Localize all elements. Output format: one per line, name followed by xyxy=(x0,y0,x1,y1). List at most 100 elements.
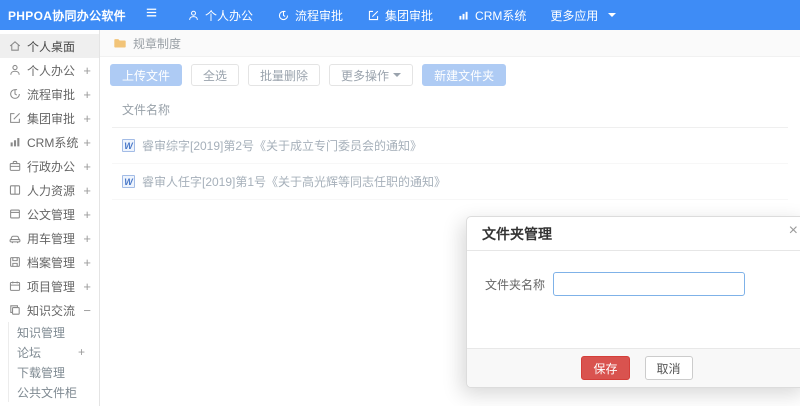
sidebar-item-label: 人力资源 xyxy=(27,183,76,198)
sidebar-item-label: 个人办公 xyxy=(27,63,76,78)
sidebar-item-personal-office[interactable]: 个人办公 + xyxy=(0,58,99,82)
nav-crm-system[interactable]: CRM系统 xyxy=(457,7,526,24)
hamburger-icon xyxy=(144,5,159,25)
more-actions-dropdown[interactable]: 更多操作 xyxy=(329,64,414,86)
nav-personal-office[interactable]: 个人办公 xyxy=(187,7,253,24)
sidebar-item-knowledge-exchange[interactable]: 知识交流 − xyxy=(0,298,99,322)
word-file-icon: W xyxy=(122,175,135,188)
toolbar: 上传文件 全选 批量删除 更多操作 新建文件夹 xyxy=(100,57,800,93)
caret-down-icon xyxy=(393,73,402,77)
file-row[interactable]: W 睿审人任字[2019]第1号《关于高光辉等同志任职的通知》 xyxy=(112,164,788,200)
car-icon xyxy=(8,231,22,245)
breadcrumb: 规章制度 xyxy=(100,30,800,57)
home-icon xyxy=(8,39,22,53)
file-row[interactable]: W 睿审综字[2019]第2号《关于成立专门委员会的通知》 xyxy=(112,128,788,164)
bar-chart-icon xyxy=(8,135,22,149)
expand-sign: + xyxy=(83,278,91,294)
sidebar-item-label: 行政办公 xyxy=(27,159,76,174)
expand-sign: + xyxy=(83,110,91,126)
sidebar-item-vehicle-mgmt[interactable]: 用车管理 + xyxy=(0,226,99,250)
sidebar-item-crm[interactable]: CRM系统 + xyxy=(0,130,99,154)
sidebar-item-label: 档案管理 xyxy=(27,255,76,270)
nav-item-label: 集团审批 xyxy=(385,8,434,23)
dialog-title: 文件夹管理 xyxy=(482,225,552,242)
sidebar: 个人桌面 个人办公 + 流程审批 + 集团审批 + CRM系统 + 行政办公 +… xyxy=(0,30,100,406)
nav-item-label: CRM系统 xyxy=(475,8,527,23)
user-icon xyxy=(187,9,200,22)
sidebar-item-label: 知识交流 xyxy=(27,303,76,318)
history-icon xyxy=(8,87,22,101)
nav-more-apps[interactable]: 更多应用 xyxy=(550,7,617,24)
file-list: 文件名称 W 睿审综字[2019]第2号《关于成立专门委员会的通知》 W 睿审人… xyxy=(112,93,788,200)
file-name: 睿审综字[2019]第2号《关于成立专门委员会的通知》 xyxy=(142,139,423,153)
expand-sign: + xyxy=(83,254,91,270)
submenu-item-label: 论坛 xyxy=(17,345,42,360)
expand-sign: + xyxy=(83,134,91,150)
sidebar-item-personal-desktop[interactable]: 个人桌面 xyxy=(0,34,99,58)
caret-down-icon xyxy=(608,13,617,17)
close-icon[interactable]: × xyxy=(789,223,798,239)
nav-item-label: 更多应用 xyxy=(550,8,599,23)
history-icon xyxy=(277,9,290,22)
select-all-button[interactable]: 全选 xyxy=(191,64,240,86)
sidebar-item-label: 流程审批 xyxy=(27,87,76,102)
folder-name-label: 文件夹名称 xyxy=(485,277,546,292)
sidebar-item-workflow-approval[interactable]: 流程审批 + xyxy=(0,82,99,106)
edit-icon xyxy=(367,9,380,22)
sidebar-item-admin-office[interactable]: 行政办公 + xyxy=(0,154,99,178)
top-navbar: PHPOA协同办公软件 个人办公 流程审批 集团审批 CRM系统 更多应用 xyxy=(0,0,800,30)
knowledge-submenu: 知识管理 论坛 + 下载管理 公共文件柜 xyxy=(8,322,99,402)
user-icon xyxy=(8,63,22,77)
app-window: PHPOA协同办公软件 个人办公 流程审批 集团审批 CRM系统 更多应用 个人… xyxy=(0,0,800,406)
nav-group-approval[interactable]: 集团审批 xyxy=(367,7,433,24)
submenu-item-public-file-cabinet[interactable]: 公共文件柜 xyxy=(9,382,99,402)
bar-chart-icon xyxy=(457,9,470,22)
app-logo: PHPOA协同办公软件 xyxy=(8,8,126,23)
submenu-item-label: 公共文件柜 xyxy=(17,385,78,400)
submenu-item-forum[interactable]: 论坛 + xyxy=(9,342,99,362)
batch-delete-button[interactable]: 批量删除 xyxy=(248,64,321,86)
calendar-icon xyxy=(8,279,22,293)
folder-management-dialog: 文件夹管理 × 文件夹名称 保存 取消 xyxy=(466,216,800,388)
nav-workflow-approval[interactable]: 流程审批 xyxy=(277,7,343,24)
sidebar-item-project-mgmt[interactable]: 项目管理 + xyxy=(0,274,99,298)
nav-item-label: 个人办公 xyxy=(205,8,254,23)
briefcase-icon xyxy=(8,159,22,173)
new-folder-button[interactable]: 新建文件夹 xyxy=(422,64,507,86)
submenu-item-label: 下载管理 xyxy=(17,365,66,380)
file-list-header: 文件名称 xyxy=(112,93,788,128)
sidebar-item-group-approval[interactable]: 集团审批 + xyxy=(0,106,99,130)
breadcrumb-label: 规章制度 xyxy=(133,36,182,51)
file-name: 睿审人任字[2019]第1号《关于高光辉等同志任职的通知》 xyxy=(142,175,447,189)
collapse-sign: − xyxy=(83,302,91,318)
sidebar-item-hr[interactable]: 人力资源 + xyxy=(0,178,99,202)
sidebar-item-label: 集团审批 xyxy=(27,111,76,126)
more-actions-label: 更多操作 xyxy=(341,68,390,83)
expand-sign: + xyxy=(83,158,91,174)
sidebar-item-label: 个人桌面 xyxy=(27,39,76,54)
submenu-item-download-mgmt[interactable]: 下载管理 xyxy=(9,362,99,382)
expand-sign: + xyxy=(83,182,91,198)
copy-icon xyxy=(8,303,22,317)
save-button[interactable]: 保存 xyxy=(581,356,630,380)
upload-file-button[interactable]: 上传文件 xyxy=(110,64,183,86)
sidebar-item-document-mgmt[interactable]: 公文管理 + xyxy=(0,202,99,226)
dialog-header: 文件夹管理 xyxy=(467,217,800,251)
sidebar-item-label: 公文管理 xyxy=(27,207,76,222)
word-file-icon: W xyxy=(122,139,135,152)
submenu-item-label: 知识管理 xyxy=(17,325,66,340)
nav-item-label: 流程审批 xyxy=(295,8,344,23)
submenu-item-knowledge-mgmt[interactable]: 知识管理 xyxy=(9,322,99,342)
expand-sign: + xyxy=(77,345,85,359)
expand-sign: + xyxy=(83,62,91,78)
folder-icon xyxy=(113,36,127,50)
cancel-button[interactable]: 取消 xyxy=(644,356,693,380)
expand-sign: + xyxy=(83,206,91,222)
sidebar-item-archive-mgmt[interactable]: 档案管理 + xyxy=(0,250,99,274)
sidebar-item-label: 用车管理 xyxy=(27,231,76,246)
dialog-body: 文件夹名称 xyxy=(467,251,800,296)
edit-icon xyxy=(8,111,22,125)
save-icon xyxy=(8,255,22,269)
menu-toggle-button[interactable] xyxy=(144,5,159,25)
folder-name-input[interactable] xyxy=(553,272,746,296)
